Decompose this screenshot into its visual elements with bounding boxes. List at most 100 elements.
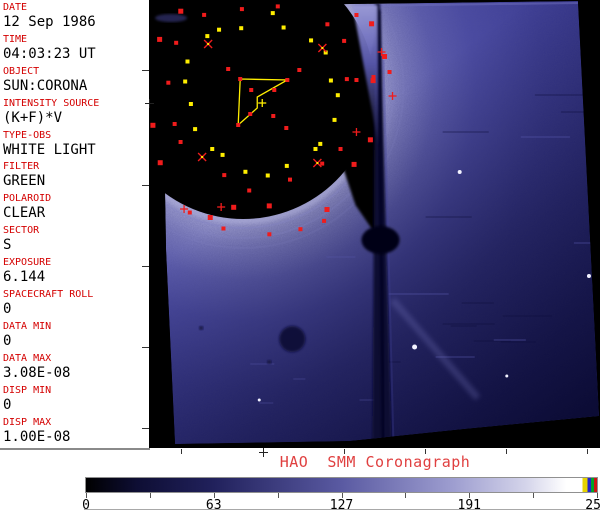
fiducial-dot: [247, 189, 251, 193]
fiducial-dot: [282, 26, 286, 30]
metadata-field: DATE12 Sep 1986: [3, 2, 149, 34]
fiducial-dot: [345, 77, 349, 81]
fiducial-dot: [173, 122, 177, 126]
fiducial-dot: [371, 75, 375, 79]
image-caption: HAO SMM Coronagraph: [150, 453, 600, 471]
fiducial-dot: [354, 78, 358, 82]
fiducial-dot: [202, 13, 206, 17]
fiducial-dot: [178, 9, 183, 14]
x-mark-center: [316, 162, 318, 164]
intensity-colorbar: 063127191255: [85, 477, 598, 493]
fiducial-dot: [210, 147, 214, 151]
star-speck: [458, 170, 462, 174]
field-label: TIME: [3, 34, 149, 46]
field-value: 0: [3, 397, 149, 414]
field-label: DATA MAX: [3, 353, 149, 365]
field-label: POLAROID: [3, 193, 149, 205]
metadata-field: SPACECRAFT ROLL0: [3, 289, 149, 321]
fiducial-dot: [158, 160, 163, 165]
fiducial-dot: [221, 153, 225, 157]
metadata-field: INTENSITY SOURCE(K+F)*V: [3, 98, 149, 130]
metadata-field: DATA MAX3.08E-08: [3, 353, 149, 385]
coronagraph-image-frame: [149, 0, 600, 448]
colorbar-baseline: [84, 509, 600, 510]
fiducial-dot: [297, 68, 301, 72]
fiducial-dot: [221, 227, 225, 231]
fiducial-dot: [236, 123, 240, 127]
fiducial-dot: [157, 37, 162, 42]
fiducial-dot: [243, 170, 247, 174]
field-value: 04:03:23 UT: [3, 46, 149, 63]
field-value: WHITE LIGHT: [3, 142, 149, 159]
fiducial-dot: [333, 118, 337, 122]
star-speck: [412, 345, 417, 350]
field-label: DATE: [3, 2, 149, 14]
field-value: S: [3, 237, 149, 254]
fiducial-dot: [284, 126, 288, 130]
star-speck: [258, 399, 261, 402]
metadata-field: DATA MIN0: [3, 321, 149, 353]
fiducial-dot: [266, 174, 270, 178]
fiducial-dot: [248, 112, 252, 116]
fiducial-dot: [329, 79, 333, 83]
field-label: EXPOSURE: [3, 257, 149, 269]
fiducial-dot: [313, 147, 317, 151]
fiducial-dot: [288, 178, 292, 182]
fiducial-dot: [354, 13, 358, 17]
fiducial-dot: [226, 67, 230, 71]
field-label: DISP MAX: [3, 417, 149, 429]
fiducial-dot: [322, 219, 326, 223]
fiducial-dot: [179, 140, 183, 144]
field-value: 3.08E-08: [3, 365, 149, 382]
fiducial-dot: [272, 88, 276, 92]
fiducial-dot: [318, 142, 322, 146]
metadata-field: POLAROIDCLEAR: [3, 193, 149, 225]
fiducial-dot: [324, 207, 329, 212]
sidebar-bottom-border: [0, 448, 150, 450]
fiducial-dot: [166, 81, 170, 85]
star-speck: [505, 375, 508, 378]
fiducial-dot: [193, 127, 197, 131]
fiducial-dot: [325, 22, 329, 26]
field-label: TYPE-OBS: [3, 130, 149, 142]
field-label: SECTOR: [3, 225, 149, 237]
metadata-field: TIME04:03:23 UT: [3, 34, 149, 66]
field-label: INTENSITY SOURCE: [3, 98, 149, 110]
colorbar-tick: [150, 493, 151, 498]
field-label: SPACECRAFT ROLL: [3, 289, 149, 301]
fiducial-dot: [368, 137, 373, 142]
metadata-field: SECTORS: [3, 225, 149, 257]
metadata-field: FILTERGREEN: [3, 161, 149, 193]
fiducial-dot: [352, 162, 357, 167]
fiducial-dot: [276, 4, 280, 8]
fiducial-dot: [238, 77, 242, 81]
occulter-ball: [361, 226, 399, 254]
fiducial-dot: [185, 60, 189, 64]
fiducial-dot: [239, 26, 243, 30]
field-value: SUN:CORONA: [3, 78, 149, 95]
coronagraph-image: [149, 0, 600, 448]
field-value: 12 Sep 1986: [3, 14, 149, 31]
colorbar-tick: [405, 493, 406, 498]
fiducial-dot: [336, 93, 340, 97]
fiducial-dot: [249, 88, 253, 92]
fiducial-dot: [271, 11, 275, 15]
fiducial-dot: [189, 102, 193, 106]
colorbar-tick: [533, 493, 534, 498]
field-value: 1.00E-08: [3, 429, 149, 446]
fiducial-dot: [369, 21, 374, 26]
field-label: DATA MIN: [3, 321, 149, 333]
fiducial-dot: [267, 203, 272, 208]
field-label: DISP MIN: [3, 385, 149, 397]
fiducial-dot: [188, 211, 192, 215]
fiducial-dot: [183, 80, 187, 84]
x-mark-center: [201, 156, 203, 158]
fiducial-dot: [222, 173, 226, 177]
fiducial-dot: [309, 38, 313, 42]
metadata-sidebar: DATE12 Sep 1986TIME04:03:23 UTOBJECTSUN:…: [0, 0, 149, 448]
field-value: (K+F)*V: [3, 110, 149, 127]
field-value: 0: [3, 301, 149, 318]
metadata-field: DISP MIN0: [3, 385, 149, 417]
fiducial-dot: [205, 34, 209, 38]
fiducial-dot: [285, 164, 289, 168]
